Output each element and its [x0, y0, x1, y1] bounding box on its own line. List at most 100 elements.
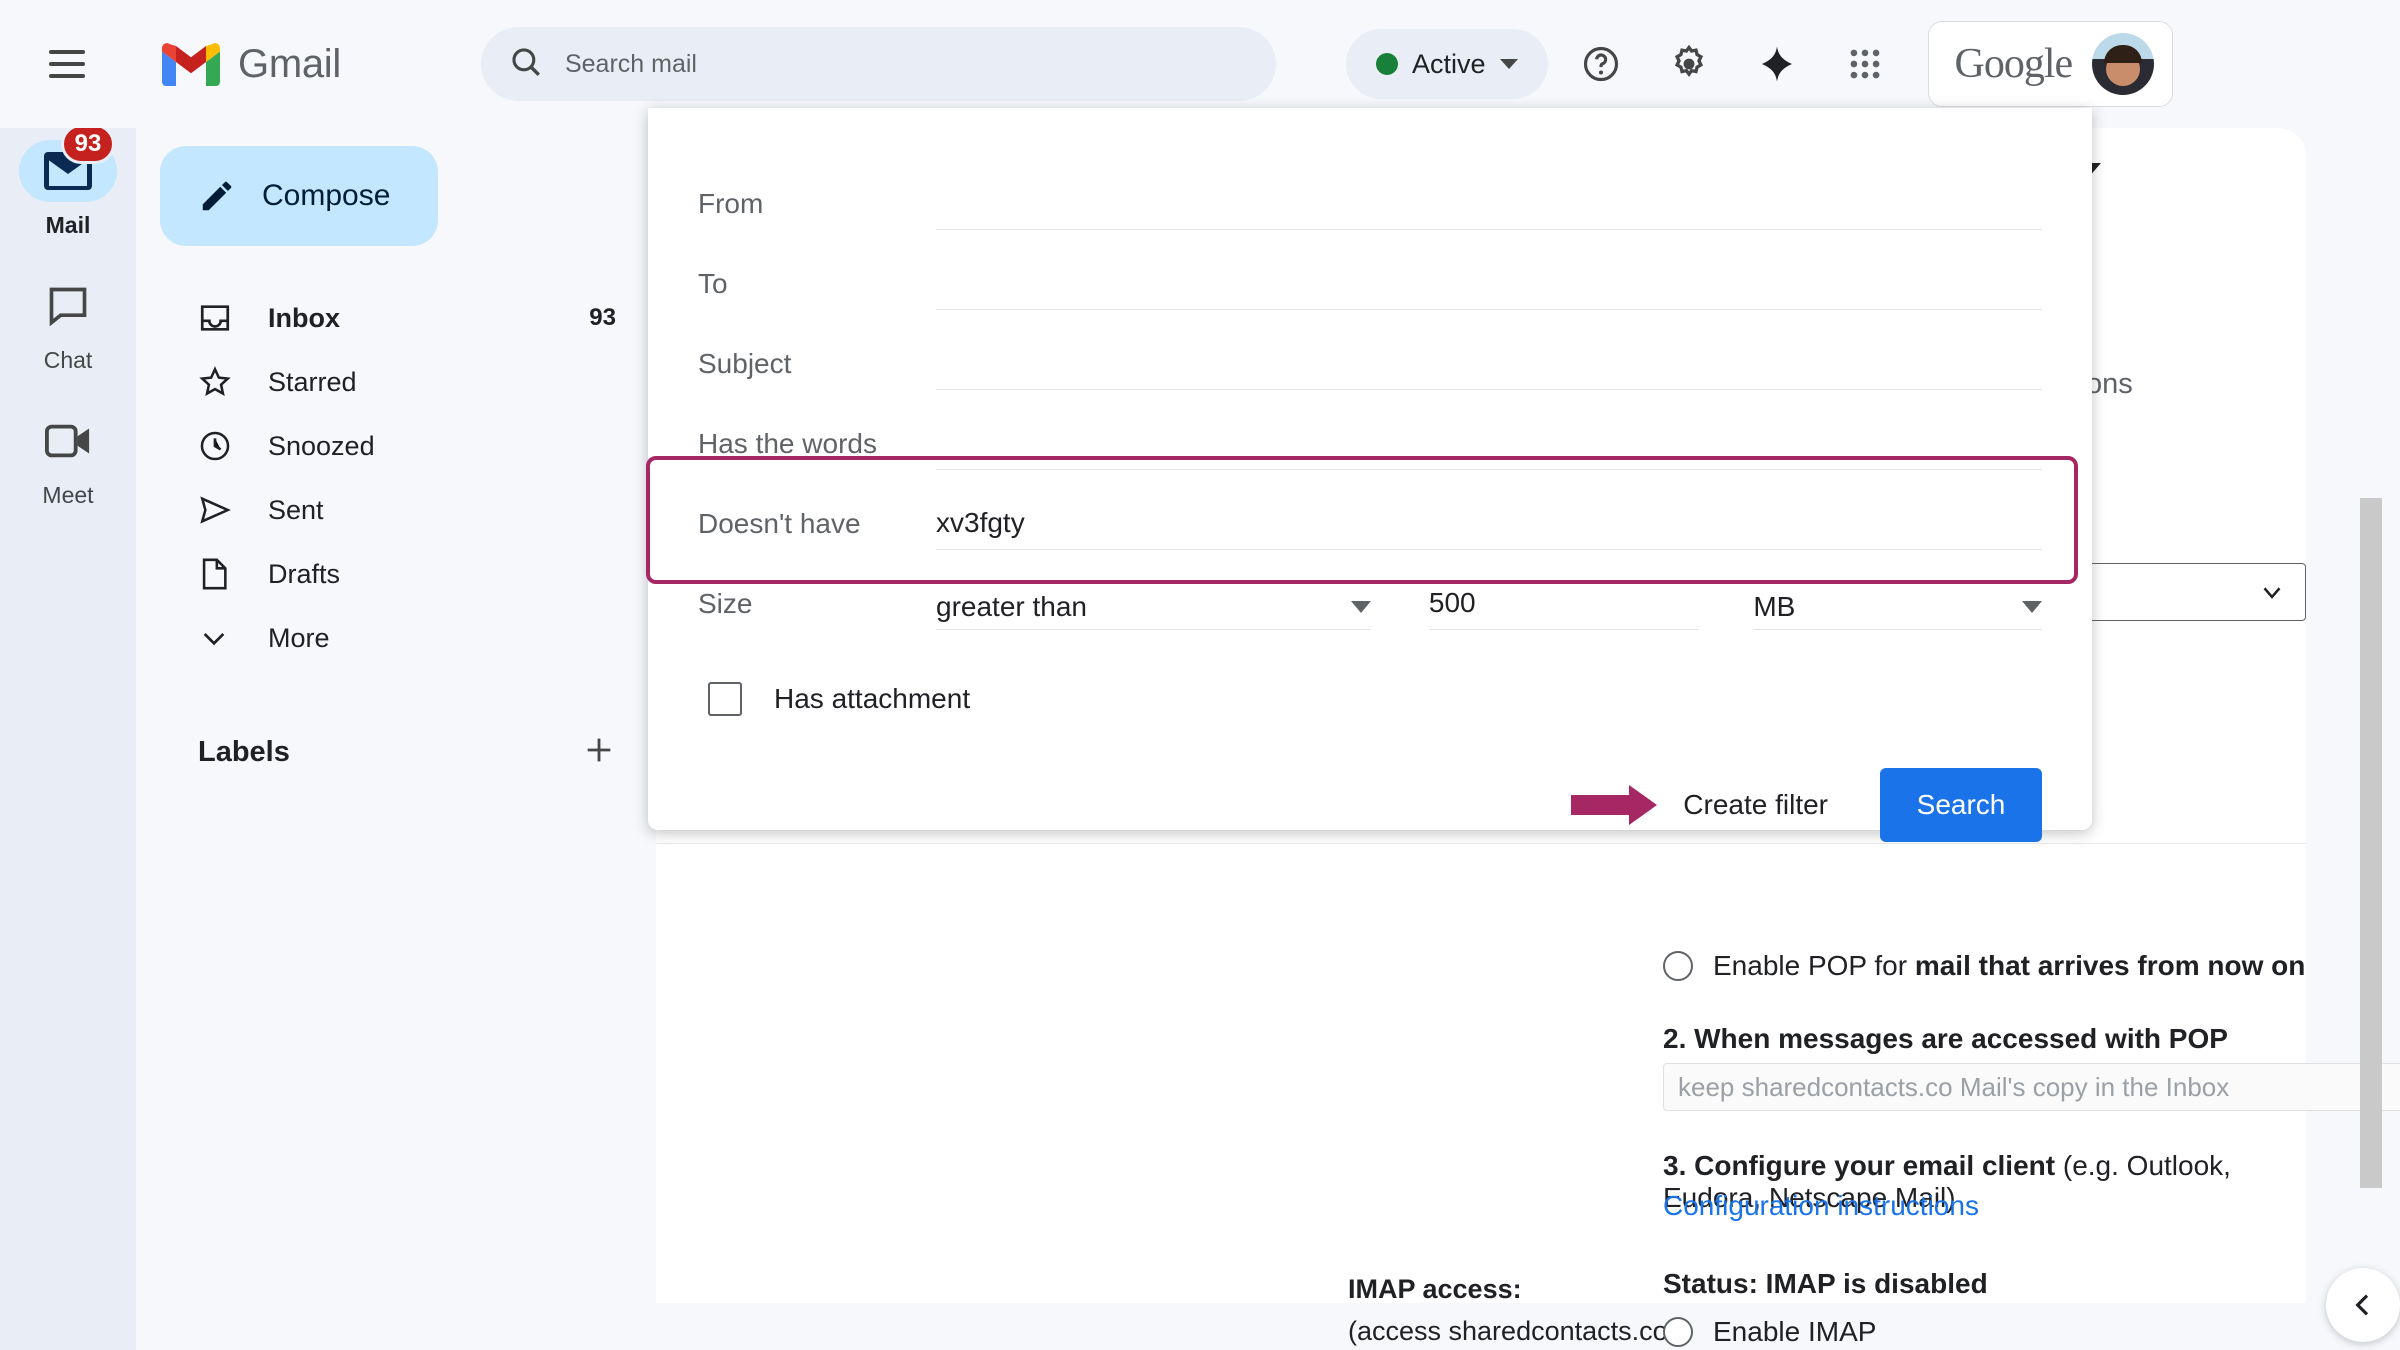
plus-icon[interactable]	[582, 733, 616, 772]
filter-input-doesnt-have[interactable]	[936, 507, 2042, 549]
filter-row-to: To	[698, 230, 2042, 310]
star-icon	[198, 365, 250, 399]
compose-button[interactable]: Compose	[160, 146, 438, 246]
pencil-icon	[198, 177, 236, 215]
app-rail: 93 Mail Chat Meet	[0, 0, 136, 1350]
labels-header: Labels	[136, 720, 656, 784]
apps-grid-icon[interactable]	[1830, 29, 1900, 99]
chevron-down-icon	[2257, 577, 2287, 607]
compose-label: Compose	[262, 179, 390, 213]
folder-list: Inbox 93 Starred Snoozed Sent	[136, 286, 656, 670]
account-chip[interactable]: Google	[1928, 21, 2174, 107]
filter-row-subject: Subject	[698, 310, 2042, 390]
filter-label-from: From	[698, 188, 936, 230]
chat-bubble-icon	[19, 275, 117, 337]
pop-copy-select-value: keep sharedcontacts.co Mail's copy in th…	[1678, 1072, 2229, 1103]
gemini-sparkle-icon[interactable]	[1742, 29, 1812, 99]
rail-label-meet: Meet	[42, 482, 93, 509]
filter-row-doesnt-have: Doesn't have	[698, 470, 2042, 550]
rail-item-meet[interactable]: Meet	[0, 410, 136, 509]
filter-row-has-the-words: Has the words	[698, 390, 2042, 470]
search-button[interactable]: Search	[1880, 768, 2042, 842]
filter-input-subject[interactable]	[936, 338, 2042, 390]
rail-label-chat: Chat	[44, 347, 93, 374]
sidebar-label-sent: Sent	[268, 495, 324, 526]
inbox-count: 93	[589, 304, 616, 332]
settings-gear-icon[interactable]	[1654, 29, 1724, 99]
sidebar-label-inbox: Inbox	[268, 303, 340, 334]
imap-status: Status: IMAP is disabled	[1663, 1268, 1988, 1300]
clock-icon	[198, 429, 250, 463]
pop-copy-select[interactable]: keep sharedcontacts.co Mail's copy in th…	[1663, 1063, 2400, 1111]
sidebar-label-starred: Starred	[268, 367, 357, 398]
chevron-down-icon	[198, 622, 250, 654]
panel-collapse-button[interactable]	[2326, 1268, 2400, 1342]
search-icon	[509, 45, 543, 84]
size-unit-select[interactable]: MB	[1753, 591, 2042, 630]
pop-section2-title: 2. When messages are accessed with POP	[1663, 1023, 2228, 1055]
sidebar: Compose Inbox 93 Starred Snoozed	[136, 128, 656, 1350]
caret-down-icon	[1351, 601, 1371, 613]
mail-icon: 93	[19, 140, 117, 202]
sidebar-item-more[interactable]: More	[136, 606, 616, 670]
imap-enable-row[interactable]: Enable IMAP	[1663, 1316, 1876, 1348]
google-wordmark: Google	[1955, 40, 2073, 88]
filter-label-has-the-words: Has the words	[698, 428, 936, 470]
pop-enable-now-row[interactable]: Enable POP for mail that arrives from no…	[1663, 950, 2305, 982]
annotation-arrow-icon	[1571, 785, 1657, 825]
imap-enable-label: Enable IMAP	[1713, 1316, 1876, 1348]
sidebar-item-starred[interactable]: Starred	[136, 350, 616, 414]
rail-item-chat[interactable]: Chat	[0, 275, 136, 374]
status-label: Active	[1412, 49, 1486, 80]
inbox-icon	[198, 301, 250, 335]
search-input[interactable]	[565, 50, 1248, 79]
sidebar-item-sent[interactable]: Sent	[136, 478, 616, 542]
search-filter-dialog: From To Subject Has the words Doesn't ha…	[648, 108, 2092, 830]
filter-row-size: Size greater than MB	[698, 550, 2042, 630]
configuration-instructions-link[interactable]: Configuration instructions	[1663, 1190, 1979, 1222]
radio-enable-imap[interactable]	[1663, 1317, 1693, 1347]
radio-enable-pop-now[interactable]	[1663, 951, 1693, 981]
has-attachment-row[interactable]: Has attachment	[698, 682, 2042, 716]
dialog-actions: Create filter Search	[698, 768, 2042, 842]
chevron-down-icon	[1500, 59, 1518, 69]
status-badge[interactable]: Active	[1346, 29, 1548, 99]
rail-item-mail[interactable]: 93 Mail	[0, 140, 136, 239]
create-filter-button[interactable]: Create filter	[1683, 789, 1828, 821]
size-unit-value: MB	[1753, 591, 1795, 623]
caret-down-icon	[2022, 601, 2042, 613]
size-operator-select[interactable]: greater than	[936, 591, 1371, 630]
sidebar-label-snoozed: Snoozed	[268, 431, 375, 462]
avatar[interactable]	[2092, 33, 2154, 95]
document-icon	[198, 557, 250, 591]
filter-label-subject: Subject	[698, 348, 936, 390]
search-bar[interactable]	[481, 27, 1276, 101]
sidebar-label-drafts: Drafts	[268, 559, 340, 590]
filter-row-from: From	[698, 150, 2042, 230]
filter-label-to: To	[698, 268, 936, 310]
video-camera-icon	[19, 410, 117, 472]
sidebar-item-snoozed[interactable]: Snoozed	[136, 414, 616, 478]
sidebar-item-inbox[interactable]: Inbox 93	[136, 286, 616, 350]
size-operator-value: greater than	[936, 591, 1087, 623]
size-amount-input[interactable]	[1429, 587, 1699, 629]
gmail-logo-icon	[162, 42, 220, 86]
filter-input-has-the-words[interactable]	[936, 418, 2042, 470]
status-dot-icon	[1376, 53, 1398, 75]
send-icon	[198, 493, 250, 527]
sidebar-label-more: More	[268, 623, 330, 654]
partial-heading-text: ons	[2086, 368, 2133, 401]
sidebar-item-drafts[interactable]: Drafts	[136, 542, 616, 606]
rail-label-mail: Mail	[46, 212, 91, 239]
gmail-app: 93 Mail Chat Meet Compose	[0, 0, 2400, 1350]
filter-label-size: Size	[698, 588, 936, 630]
has-attachment-checkbox[interactable]	[708, 682, 742, 716]
hamburger-icon[interactable]	[30, 27, 104, 101]
labels-title: Labels	[198, 736, 290, 769]
help-icon[interactable]	[1566, 29, 1636, 99]
mail-unread-badge: 93	[61, 124, 115, 164]
filter-input-to[interactable]	[936, 258, 2042, 310]
vertical-scrollbar[interactable]	[2360, 498, 2382, 1188]
filter-input-from[interactable]	[936, 178, 2042, 230]
imap-access-label: IMAP access:(access sharedcontacts.co Ma…	[1348, 1268, 1678, 1350]
